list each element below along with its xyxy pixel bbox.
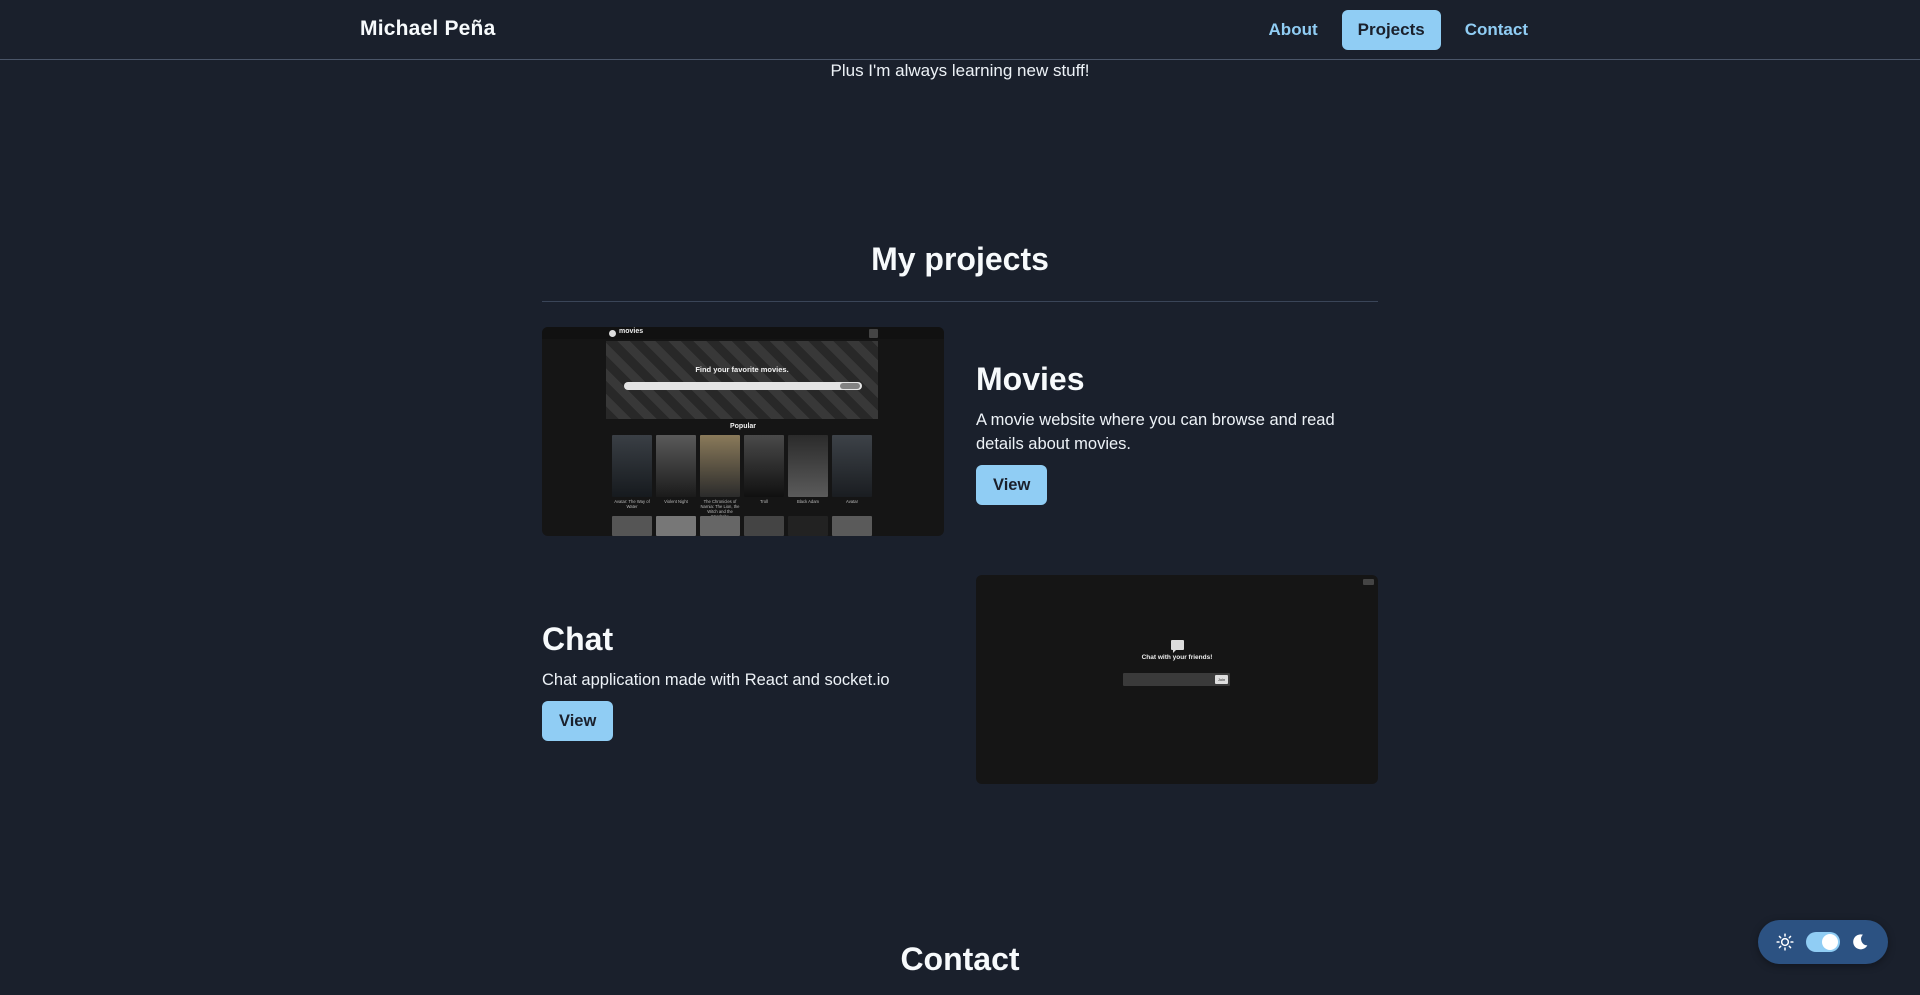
- movie-poster: [744, 435, 784, 497]
- movie-poster: [700, 435, 740, 497]
- movie-poster: [744, 516, 784, 536]
- intro-learning-text: Plus I'm always learning new stuff!: [830, 61, 1090, 80]
- theme-toggle[interactable]: [1758, 920, 1888, 964]
- movies-logo-text: movies: [619, 328, 644, 335]
- movie-poster: [612, 435, 652, 497]
- movies-logo-icon: [609, 330, 616, 337]
- movies-topbar: movies: [542, 327, 944, 339]
- movies-project-info: Movies A movie website where you can bro…: [976, 360, 1378, 505]
- chat-menu-icon: [1363, 579, 1374, 585]
- movie-caption: Black Adam: [796, 499, 820, 504]
- theme-switch-knob: [1822, 934, 1838, 950]
- projects-heading: My projects: [871, 241, 1049, 277]
- chat-hero-title: Chat with your friends!: [1141, 654, 1213, 661]
- movie-caption: Avatar: [845, 499, 859, 504]
- brand-name[interactable]: Michael Peña: [360, 17, 495, 41]
- chat-bubble-icon: [1171, 640, 1184, 653]
- project-description-movies: A movie website where you can browse and…: [976, 411, 1335, 453]
- movies-menu-icon: [869, 329, 878, 338]
- view-movies-button[interactable]: View: [976, 465, 1048, 505]
- project-title-chat: Chat: [542, 621, 614, 657]
- nav-link-about[interactable]: About: [1253, 10, 1334, 50]
- moon-icon: [1853, 934, 1868, 950]
- main-nav: About Projects Contact: [1253, 10, 1544, 50]
- movie-caption: Troll: [760, 499, 768, 504]
- movie-caption: Violent Night: [664, 499, 688, 504]
- section-divider: [542, 301, 1378, 302]
- nav-link-contact[interactable]: Contact: [1449, 10, 1544, 50]
- movie-poster: [700, 516, 740, 536]
- chat-project-screenshot: Chat with your friends! Join: [976, 575, 1378, 784]
- view-chat-button[interactable]: View: [542, 701, 614, 741]
- chat-name-input: Join: [1123, 673, 1230, 686]
- site-header: Michael Peña About Projects Contact: [0, 0, 1920, 60]
- movie-poster: [612, 516, 652, 536]
- contact-heading: Contact: [900, 941, 1020, 977]
- theme-switch[interactable]: [1806, 932, 1840, 952]
- movie-poster: [788, 516, 828, 536]
- movies-search-bar: [624, 382, 862, 390]
- project-description-chat: Chat application made with React and soc…: [542, 671, 890, 689]
- sun-icon: [1776, 933, 1794, 951]
- nav-link-projects[interactable]: Projects: [1341, 10, 1441, 50]
- movies-hero-banner: Find your favorite movies.: [606, 341, 878, 419]
- movies-search-button: [840, 383, 860, 389]
- movie-poster: [788, 435, 828, 497]
- movies-hero-title: Find your favorite movies.: [695, 365, 789, 374]
- movies-popular-label: Popular: [729, 423, 757, 430]
- movie-poster: [656, 435, 696, 497]
- movie-poster: [832, 435, 872, 497]
- project-title-movies: Movies: [976, 361, 1085, 397]
- movie-poster: [832, 516, 872, 536]
- movie-caption: Avatar: The Way of Water: [614, 499, 650, 509]
- chat-join-button: Join: [1215, 675, 1228, 684]
- movies-project-screenshot: movies Find your favorite movies. Popula…: [542, 327, 944, 536]
- movie-poster: [656, 516, 696, 536]
- chat-project-info: Chat Chat application made with React an…: [542, 620, 944, 741]
